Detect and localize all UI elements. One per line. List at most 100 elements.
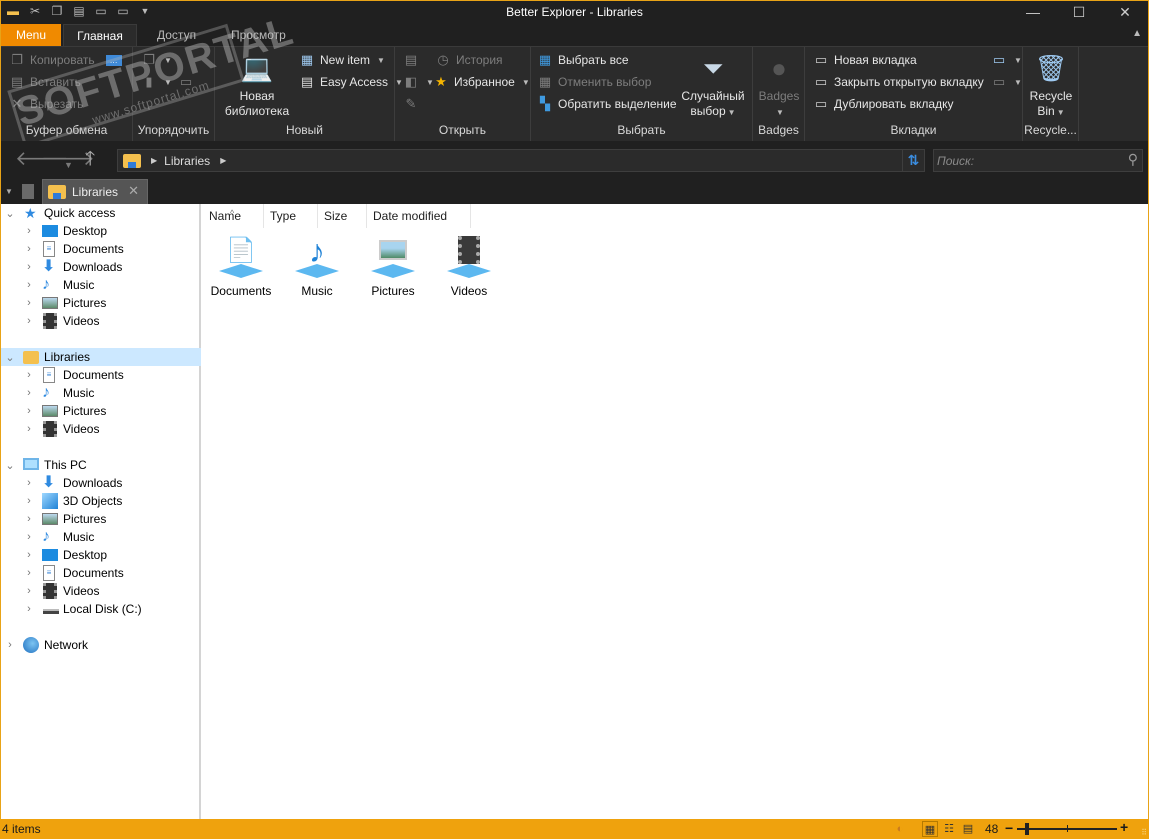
tree-item-pictures[interactable]: › Pictures [1,294,201,312]
search-icon[interactable]: ⚲ [1128,151,1138,168]
chevron-right-icon[interactable]: › [24,405,34,417]
select-all-button[interactable]: ▦ Выбрать все [537,52,629,68]
close-tab-icon[interactable]: ✕ [128,183,139,199]
library-item-documents[interactable]: 📄 Documents [205,234,277,298]
address-bar[interactable]: ▶ Libraries ▶ [117,149,903,172]
chevron-right-icon[interactable]: › [24,297,34,309]
tree-item-this-pc[interactable]: ⌄ This PC [1,456,201,474]
large-icons-view-icon[interactable]: ▦ [922,821,938,837]
maximize-button[interactable]: ☐ [1056,1,1102,24]
history-button[interactable]: ◷ История [435,52,502,68]
column-header-type[interactable]: Type [264,204,318,228]
collapse-ribbon-icon[interactable]: ▲ [1132,28,1142,39]
chevron-right-icon[interactable]: › [24,387,34,399]
copy-button[interactable]: ❐ Копировать … [9,52,122,68]
share-icon[interactable]: ◐ [892,821,908,837]
chevron-right-icon[interactable]: › [24,369,34,381]
details-view-icon[interactable]: ☷ [941,821,957,837]
chevron-right-icon[interactable]: › [24,585,34,597]
random-select-button[interactable]: ⏷ Случайный выбор ▼ [677,51,749,120]
easy-access-button[interactable]: ▤ Easy Access ▼ [299,74,403,90]
breadcrumb-separator-icon[interactable]: ▶ [151,156,157,165]
tree-item-quick-access[interactable]: ⌄ ★ Quick access [1,204,201,222]
reopen-tab-button[interactable]: ▭ ▼ [991,74,1022,90]
badges-button[interactable]: ● Badges ▼ [755,51,803,120]
column-header-size[interactable]: Size [318,204,367,228]
tab-libraries[interactable]: Libraries ✕ [42,179,148,204]
resize-grip-icon[interactable]: ⠿ [1141,828,1147,837]
tree-item-pc-local-disk[interactable]: › Local Disk (C:) [1,600,201,618]
close-tab-button[interactable]: ▭ Закрыть открытую вкладку [813,74,984,90]
tab-menu[interactable]: Menu [1,24,61,46]
chevron-right-icon[interactable]: › [24,243,34,255]
invert-selection-button[interactable]: ▚ Обратить выделение [537,96,677,112]
history-dropdown-icon[interactable]: ▼ [64,155,73,175]
chevron-right-icon[interactable]: › [24,531,34,543]
chevron-right-icon[interactable]: › [5,639,15,651]
tree-item-pc-videos[interactable]: › Videos [1,582,201,600]
tree-item-lib-music[interactable]: › ♪ Music [1,384,201,402]
chevron-right-icon[interactable]: › [24,477,34,489]
chevron-right-icon[interactable]: › [24,225,34,237]
tree-item-downloads[interactable]: › ⬇ Downloads [1,258,201,276]
zoom-out-button[interactable]: − [1005,820,1013,836]
tree-item-lib-videos[interactable]: › Videos [1,420,201,438]
tree-item-pc-desktop[interactable]: › Desktop [1,546,201,564]
duplicate-tab-button[interactable]: ▭ Дублировать вкладку [813,96,954,112]
chevron-right-icon[interactable]: › [24,315,34,327]
paste-button[interactable]: ▤ Вставить [9,74,81,90]
rename-button[interactable]: ▭ [178,74,194,90]
saved-tabs-button[interactable]: ▭ ▼ [991,52,1022,68]
select-none-button[interactable]: ▦ Отменить выбор [537,74,652,90]
up-button[interactable]: 🡑 [85,149,95,169]
new-item-button[interactable]: ▦ New item ▼ [299,52,385,68]
chevron-down-icon[interactable]: ⌄ [5,351,15,364]
tree-item-libraries[interactable]: ⌄ Libraries [1,348,201,366]
library-item-music[interactable]: ♪ Music [281,234,353,298]
chevron-right-icon[interactable]: › [24,495,34,507]
tree-item-videos[interactable]: › Videos [1,312,201,330]
tab-view[interactable]: Просмотр [217,24,300,46]
cut-button[interactable]: ✕ Вырезать [9,96,84,112]
tree-item-pc-3d-objects[interactable]: › 3D Objects [1,492,201,510]
chevron-right-icon[interactable]: › [24,279,34,291]
tree-item-music[interactable]: › ♪ Music [1,276,201,294]
chevron-right-icon[interactable]: › [24,603,34,615]
tree-item-desktop[interactable]: › Desktop [1,222,201,240]
column-header-name[interactable]: ^ Name [203,204,264,228]
new-library-button[interactable]: 💻 Новая библиотека [221,51,293,119]
chevron-down-icon[interactable]: ⌄ [5,459,15,472]
tree-item-network[interactable]: › Network [1,636,201,654]
chevron-right-icon[interactable]: › [24,261,34,273]
tree-item-pc-downloads[interactable]: › ⬇ Downloads [1,474,201,492]
tree-item-pc-documents[interactable]: › ≡ Documents [1,564,201,582]
properties-button[interactable]: ▤ [403,52,419,68]
tab-home[interactable]: Главная [63,24,137,46]
minimize-button[interactable]: — [1010,1,1056,24]
favorites-button[interactable]: ★ Избранное ▼ [433,74,530,90]
open-button[interactable]: ◧ ▼ [403,74,434,90]
breadcrumb-libraries[interactable]: Libraries [164,154,210,168]
chevron-right-icon[interactable]: › [24,513,34,525]
chevron-down-icon[interactable]: ⌄ [5,207,15,220]
tab-list-dropdown-icon[interactable]: ▼ [5,187,13,196]
chevron-right-icon[interactable]: › [24,549,34,561]
close-button[interactable]: ✕ [1102,1,1148,24]
library-item-videos[interactable]: Videos [433,234,505,298]
breadcrumb-separator-icon[interactable]: ▶ [220,156,226,165]
tree-item-pc-pictures[interactable]: › Pictures [1,510,201,528]
move-to-button[interactable]: ❐ ▼ [141,52,172,68]
tiles-view-icon[interactable]: ▤ [960,821,976,837]
edit-button[interactable]: ✎ [403,96,419,112]
new-tab-icon[interactable] [22,184,34,199]
tree-item-documents[interactable]: › ≡ Documents [1,240,201,258]
search-input[interactable] [934,150,1114,171]
new-tab-button[interactable]: ▭ Новая вкладка [813,52,917,68]
chevron-right-icon[interactable]: › [24,567,34,579]
zoom-slider-thumb[interactable] [1025,823,1029,835]
column-header-date-modified[interactable]: Date modified [367,204,471,228]
tree-item-pc-music[interactable]: › ♪ Music [1,528,201,546]
tab-share[interactable]: Доступ [143,24,210,46]
recycle-bin-button[interactable]: 🗑 Recycle Bin ▼ [1025,51,1077,120]
zoom-in-button[interactable]: + [1120,819,1128,835]
